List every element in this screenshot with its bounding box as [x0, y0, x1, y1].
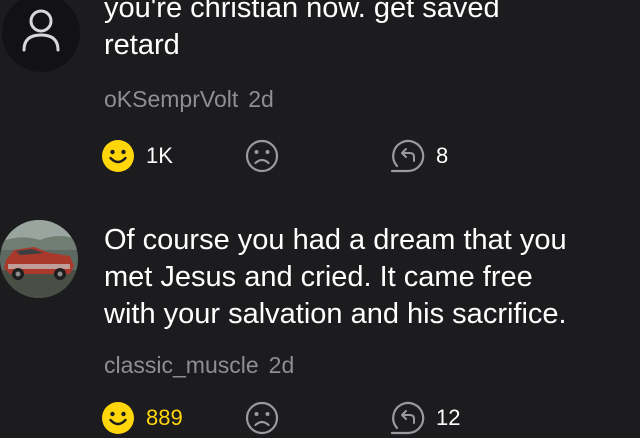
sad-face-icon	[245, 401, 279, 435]
timestamp: 2d	[268, 352, 295, 378]
author-name[interactable]: classic_muscle	[104, 352, 259, 378]
comment-1: you're christian now. get saved retard o…	[0, 0, 640, 190]
avatar[interactable]	[0, 220, 78, 298]
timestamp: 2d	[248, 86, 274, 112]
car-photo-icon	[0, 220, 78, 298]
sad-react-button[interactable]	[244, 138, 280, 174]
reply-icon	[390, 139, 425, 173]
comment-2: Of course you had a dream that you met J…	[0, 200, 640, 438]
reaction-count: 1K	[146, 143, 173, 168]
reaction-count: 889	[146, 405, 183, 430]
reply-button[interactable]: 8	[390, 138, 448, 174]
comment-meta: oKSemprVolt 2d	[104, 86, 274, 113]
comment-meta: classic_muscle 2d	[104, 352, 294, 379]
react-button[interactable]: 889	[100, 400, 183, 436]
smiley-reaction-icon	[102, 140, 134, 172]
react-button[interactable]: 1K	[100, 138, 173, 174]
author-name[interactable]: oKSemprVolt	[104, 86, 238, 112]
comment-body: Of course you had a dream that you met J…	[104, 224, 567, 330]
action-bar: 1K 8	[100, 138, 500, 174]
sad-react-button[interactable]	[244, 400, 280, 436]
reply-icon	[390, 401, 425, 435]
reply-count: 12	[436, 405, 461, 430]
sad-face-icon	[245, 139, 279, 173]
reply-button[interactable]: 12	[390, 400, 460, 436]
user-icon	[22, 9, 60, 52]
avatar[interactable]	[2, 0, 80, 72]
comment-body: you're christian now. get saved retard	[104, 0, 500, 61]
action-bar: 889 12	[100, 400, 500, 436]
reply-count: 8	[436, 143, 449, 168]
smiley-reaction-icon	[102, 402, 134, 434]
